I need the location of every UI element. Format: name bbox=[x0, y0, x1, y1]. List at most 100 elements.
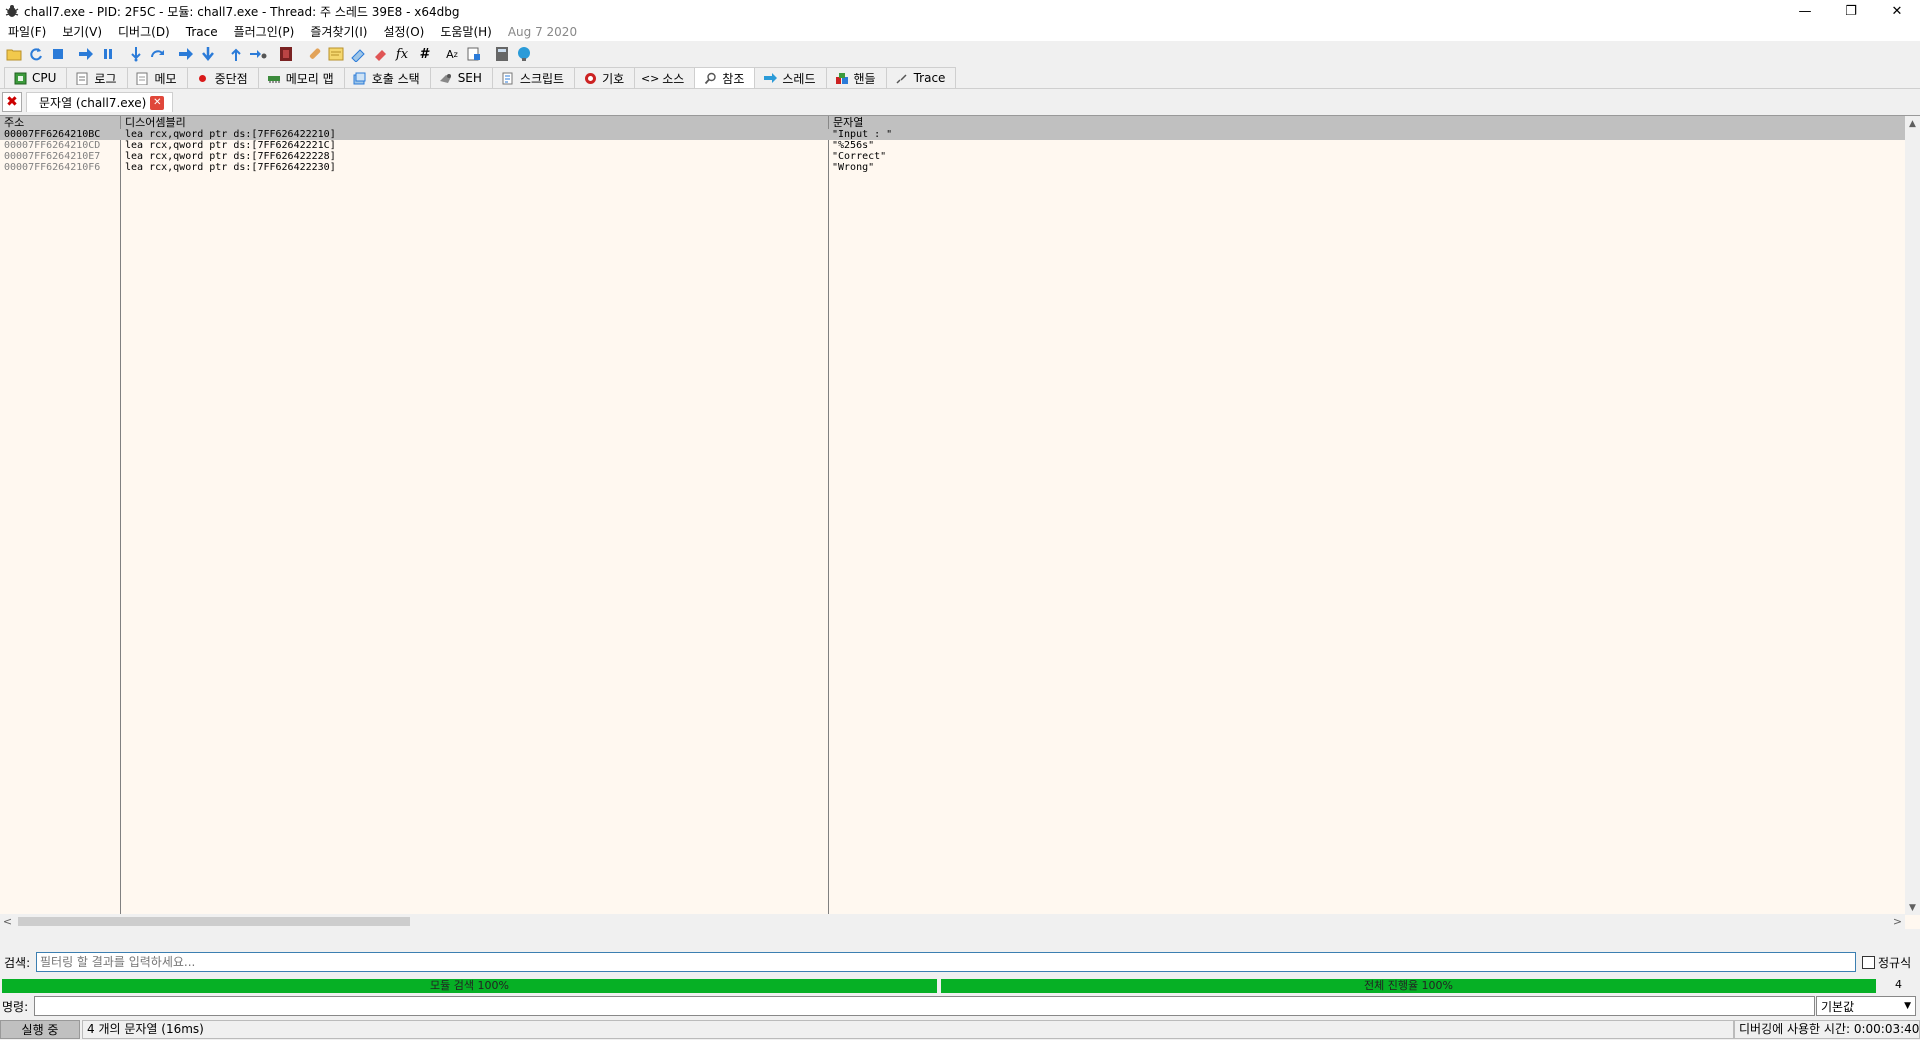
hash-icon[interactable]: # bbox=[414, 44, 434, 64]
menu-trace[interactable]: Trace bbox=[178, 25, 226, 39]
call-stack-icon bbox=[353, 71, 367, 85]
chevron-down-icon: ▼ bbox=[1904, 1001, 1911, 1011]
comments-icon[interactable] bbox=[326, 44, 346, 64]
menu-favourites[interactable]: 즐겨찾기(I) bbox=[302, 23, 375, 40]
table-body: 00007FF6264210BC lea rcx,qword ptr ds:[7… bbox=[0, 129, 1905, 173]
tab-seh[interactable]: SEH bbox=[429, 67, 493, 88]
minimize-button[interactable]: — bbox=[1782, 0, 1828, 22]
source-icon: <> bbox=[640, 71, 660, 85]
tab-log[interactable]: 로그 bbox=[66, 67, 128, 88]
menu-options[interactable]: 설정(O) bbox=[375, 23, 432, 40]
log-icon bbox=[75, 71, 89, 85]
close-button[interactable]: ✕ bbox=[1874, 0, 1920, 22]
symbols-icon bbox=[583, 71, 597, 85]
threads-icon bbox=[763, 71, 778, 85]
command-mode-select[interactable]: 기본값 ▼ bbox=[1816, 996, 1916, 1016]
column-string[interactable]: 문자열 bbox=[829, 116, 1905, 129]
close-tab-icon[interactable]: ✕ bbox=[150, 95, 165, 110]
references-subtab-bar: ✖ 문자열 (chall7.exe) ✕ bbox=[0, 91, 1920, 113]
command-input[interactable] bbox=[34, 996, 1815, 1016]
tab-handles[interactable]: 핸들 bbox=[825, 67, 887, 88]
tab-call-stack[interactable]: 호출 스택 bbox=[343, 67, 431, 88]
patch-icon[interactable] bbox=[304, 44, 324, 64]
references-icon bbox=[703, 71, 717, 85]
command-label: 명령: bbox=[2, 999, 29, 1014]
close-icon: ✖ bbox=[6, 94, 18, 110]
scroll-up-icon[interactable]: ▲ bbox=[1905, 116, 1920, 131]
subtab-strings[interactable]: 문자열 (chall7.exe) ✕ bbox=[26, 92, 174, 112]
menu-help[interactable]: 도움말(H) bbox=[432, 23, 500, 40]
tab-memory-map[interactable]: 메모리 맵 bbox=[257, 67, 345, 88]
result-count: 4 bbox=[1895, 978, 1902, 991]
tab-references[interactable]: 참조 bbox=[694, 67, 756, 88]
column-address[interactable]: 주소 bbox=[0, 116, 121, 129]
run-to-user-icon[interactable] bbox=[176, 44, 196, 64]
debug-time: 디버깅에 사용한 시간: 0:00:03:40 bbox=[1734, 1020, 1920, 1039]
tab-notes[interactable]: 메모 bbox=[126, 67, 188, 88]
window-title: chall7.exe - PID: 2F5C - 모듈: chall7.exe … bbox=[24, 4, 460, 19]
menu-bar: 파일(F) 보기(V) 디버그(D) Trace 플러그인(P) 즐겨찾기(I)… bbox=[0, 22, 1920, 41]
title-bar: chall7.exe - PID: 2F5C - 모듈: chall7.exe … bbox=[0, 0, 1920, 22]
scroll-left-icon[interactable]: < bbox=[0, 914, 15, 929]
tab-source[interactable]: <> 소스 bbox=[634, 67, 696, 88]
table-row[interactable]: 00007FF6264210F6 lea rcx,qword ptr ds:[7… bbox=[0, 162, 1905, 173]
calls-icon[interactable] bbox=[464, 44, 484, 64]
module-progress-bar: 모듈 검색 100% bbox=[2, 979, 937, 993]
breakpoint-icon bbox=[196, 71, 210, 85]
close-all-tabs-button[interactable]: ✖ bbox=[2, 92, 22, 112]
regex-label: 정규식 bbox=[1878, 955, 1912, 970]
toolbar: fx # Az bbox=[0, 42, 1920, 66]
calculator-icon[interactable] bbox=[492, 44, 512, 64]
checkbox-box[interactable] bbox=[1862, 955, 1875, 969]
column-disassembly[interactable]: 디스어셈블리 bbox=[121, 116, 829, 129]
memory-map-icon bbox=[267, 71, 281, 85]
table-row[interactable]: 00007FF6264210BC lea rcx,qword ptr ds:[7… bbox=[0, 129, 1905, 140]
functions-icon[interactable]: fx bbox=[392, 44, 412, 64]
tab-symbols[interactable]: 기호 bbox=[574, 67, 636, 88]
scylla-icon[interactable] bbox=[276, 44, 296, 64]
horizontal-scroll-thumb[interactable] bbox=[18, 917, 410, 926]
table-row[interactable]: 00007FF6264210E7 lea rcx,qword ptr ds:[7… bbox=[0, 151, 1905, 162]
tab-breakpoints[interactable]: 중단점 bbox=[186, 67, 259, 88]
bug-icon bbox=[5, 5, 19, 17]
scroll-down-icon[interactable]: ▼ bbox=[1905, 900, 1920, 915]
menu-plugins[interactable]: 플러그인(P) bbox=[226, 23, 303, 40]
tab-trace[interactable]: Trace bbox=[885, 67, 957, 88]
cpu-icon bbox=[13, 71, 27, 85]
script-icon bbox=[501, 71, 515, 85]
run-to-return-icon[interactable] bbox=[198, 44, 218, 64]
search-label: 검색: bbox=[4, 955, 31, 970]
tab-cpu[interactable]: CPU bbox=[4, 67, 68, 88]
bookmarks-icon[interactable] bbox=[370, 44, 390, 64]
menu-file[interactable]: 파일(F) bbox=[0, 23, 54, 40]
run-icon[interactable] bbox=[76, 44, 96, 64]
build-date: Aug 7 2020 bbox=[507, 24, 578, 39]
step-over-icon[interactable] bbox=[148, 44, 168, 64]
labels-icon[interactable] bbox=[348, 44, 368, 64]
pause-icon[interactable] bbox=[98, 44, 118, 64]
horizontal-scrollbar[interactable]: < > bbox=[0, 914, 1905, 929]
total-progress-bar: 전체 진행율 100% bbox=[941, 979, 1876, 993]
restart-icon[interactable] bbox=[26, 44, 46, 64]
stop-icon[interactable] bbox=[48, 44, 68, 64]
menu-view[interactable]: 보기(V) bbox=[54, 23, 110, 40]
open-icon[interactable] bbox=[4, 44, 24, 64]
handles-icon bbox=[835, 71, 849, 85]
execute-till-return-icon[interactable] bbox=[226, 44, 246, 64]
step-into-icon[interactable] bbox=[126, 44, 146, 64]
regex-checkbox[interactable]: 정규식 bbox=[1862, 954, 1911, 971]
table-header: 주소 디스어셈블리 문자열 bbox=[0, 116, 1905, 129]
strings-icon[interactable]: Az bbox=[442, 44, 462, 64]
table-row[interactable]: 00007FF6264210CD lea rcx,qword ptr ds:[7… bbox=[0, 140, 1905, 151]
search-input[interactable] bbox=[36, 952, 1856, 972]
vertical-scrollbar[interactable]: ▲ ▼ bbox=[1905, 116, 1920, 915]
menu-debug[interactable]: 디버그(D) bbox=[110, 23, 178, 40]
scroll-right-icon[interactable]: > bbox=[1890, 914, 1905, 929]
tab-threads[interactable]: 스레드 bbox=[754, 67, 827, 88]
tab-script[interactable]: 스크립트 bbox=[491, 67, 576, 88]
references-table[interactable]: 주소 디스어셈블리 문자열 00007FF6264210BC lea rcx,q… bbox=[0, 115, 1920, 929]
helper-icon[interactable] bbox=[514, 44, 534, 64]
notes-icon bbox=[136, 71, 150, 85]
animate-icon[interactable] bbox=[248, 44, 268, 64]
restore-button[interactable]: ❐ bbox=[1828, 0, 1874, 22]
